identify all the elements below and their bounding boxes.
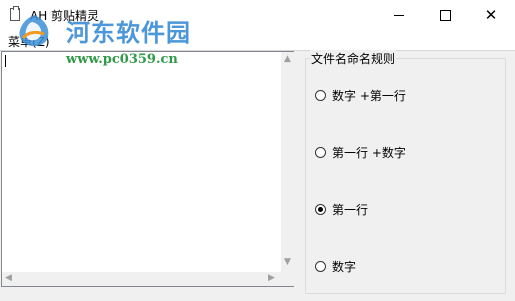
radio-label: 第一行 +数字 bbox=[332, 146, 406, 160]
radio-label: 数字 bbox=[332, 260, 357, 274]
vertical-scrollbar[interactable]: ▲ ▼ bbox=[281, 52, 295, 272]
maximize-button[interactable] bbox=[422, 0, 468, 30]
maximize-icon bbox=[439, 9, 451, 21]
naming-rules-legend: 文件名命名规则 bbox=[310, 50, 397, 67]
radio-circle[interactable] bbox=[315, 147, 326, 158]
scroll-up-icon[interactable]: ▲ bbox=[284, 55, 291, 64]
horizontal-scrollbar[interactable]: ◀ ▶ bbox=[2, 272, 281, 286]
radio-label: 第一行 bbox=[332, 203, 369, 217]
clipboard-icon bbox=[10, 6, 20, 21]
radio-circle[interactable] bbox=[315, 90, 326, 101]
scroll-right-icon[interactable]: ▶ bbox=[268, 274, 275, 283]
menu-bar: 菜单(Z) bbox=[0, 30, 515, 51]
radio-number[interactable]: 数字 bbox=[315, 258, 356, 275]
scroll-down-icon[interactable]: ▼ bbox=[284, 258, 291, 267]
scroll-left-icon[interactable]: ◀ bbox=[5, 274, 12, 283]
menu-item-menu[interactable]: 菜单(Z) bbox=[8, 33, 50, 50]
radio-first-line[interactable]: 第一行 bbox=[315, 201, 368, 218]
radio-circle[interactable] bbox=[315, 204, 326, 215]
scrollbar-corner bbox=[281, 272, 295, 286]
radio-first-line-number[interactable]: 第一行 +数字 bbox=[315, 144, 406, 161]
radio-label: 数字 +第一行 bbox=[332, 89, 406, 103]
clipboard-text-area[interactable]: ▲ ▼ ◀ ▶ bbox=[1, 51, 295, 287]
close-button[interactable]: ✕ bbox=[468, 0, 514, 30]
window-title: AH 剪贴精灵 bbox=[30, 9, 100, 23]
minimize-button[interactable] bbox=[376, 0, 422, 30]
title-bar: AH 剪贴精灵 ✕ bbox=[0, 0, 515, 30]
text-caret bbox=[5, 55, 6, 67]
radio-circle[interactable] bbox=[315, 261, 326, 272]
radio-number-first-line[interactable]: 数字 +第一行 bbox=[315, 87, 406, 104]
minimize-icon bbox=[394, 14, 404, 16]
close-icon: ✕ bbox=[484, 5, 498, 24]
